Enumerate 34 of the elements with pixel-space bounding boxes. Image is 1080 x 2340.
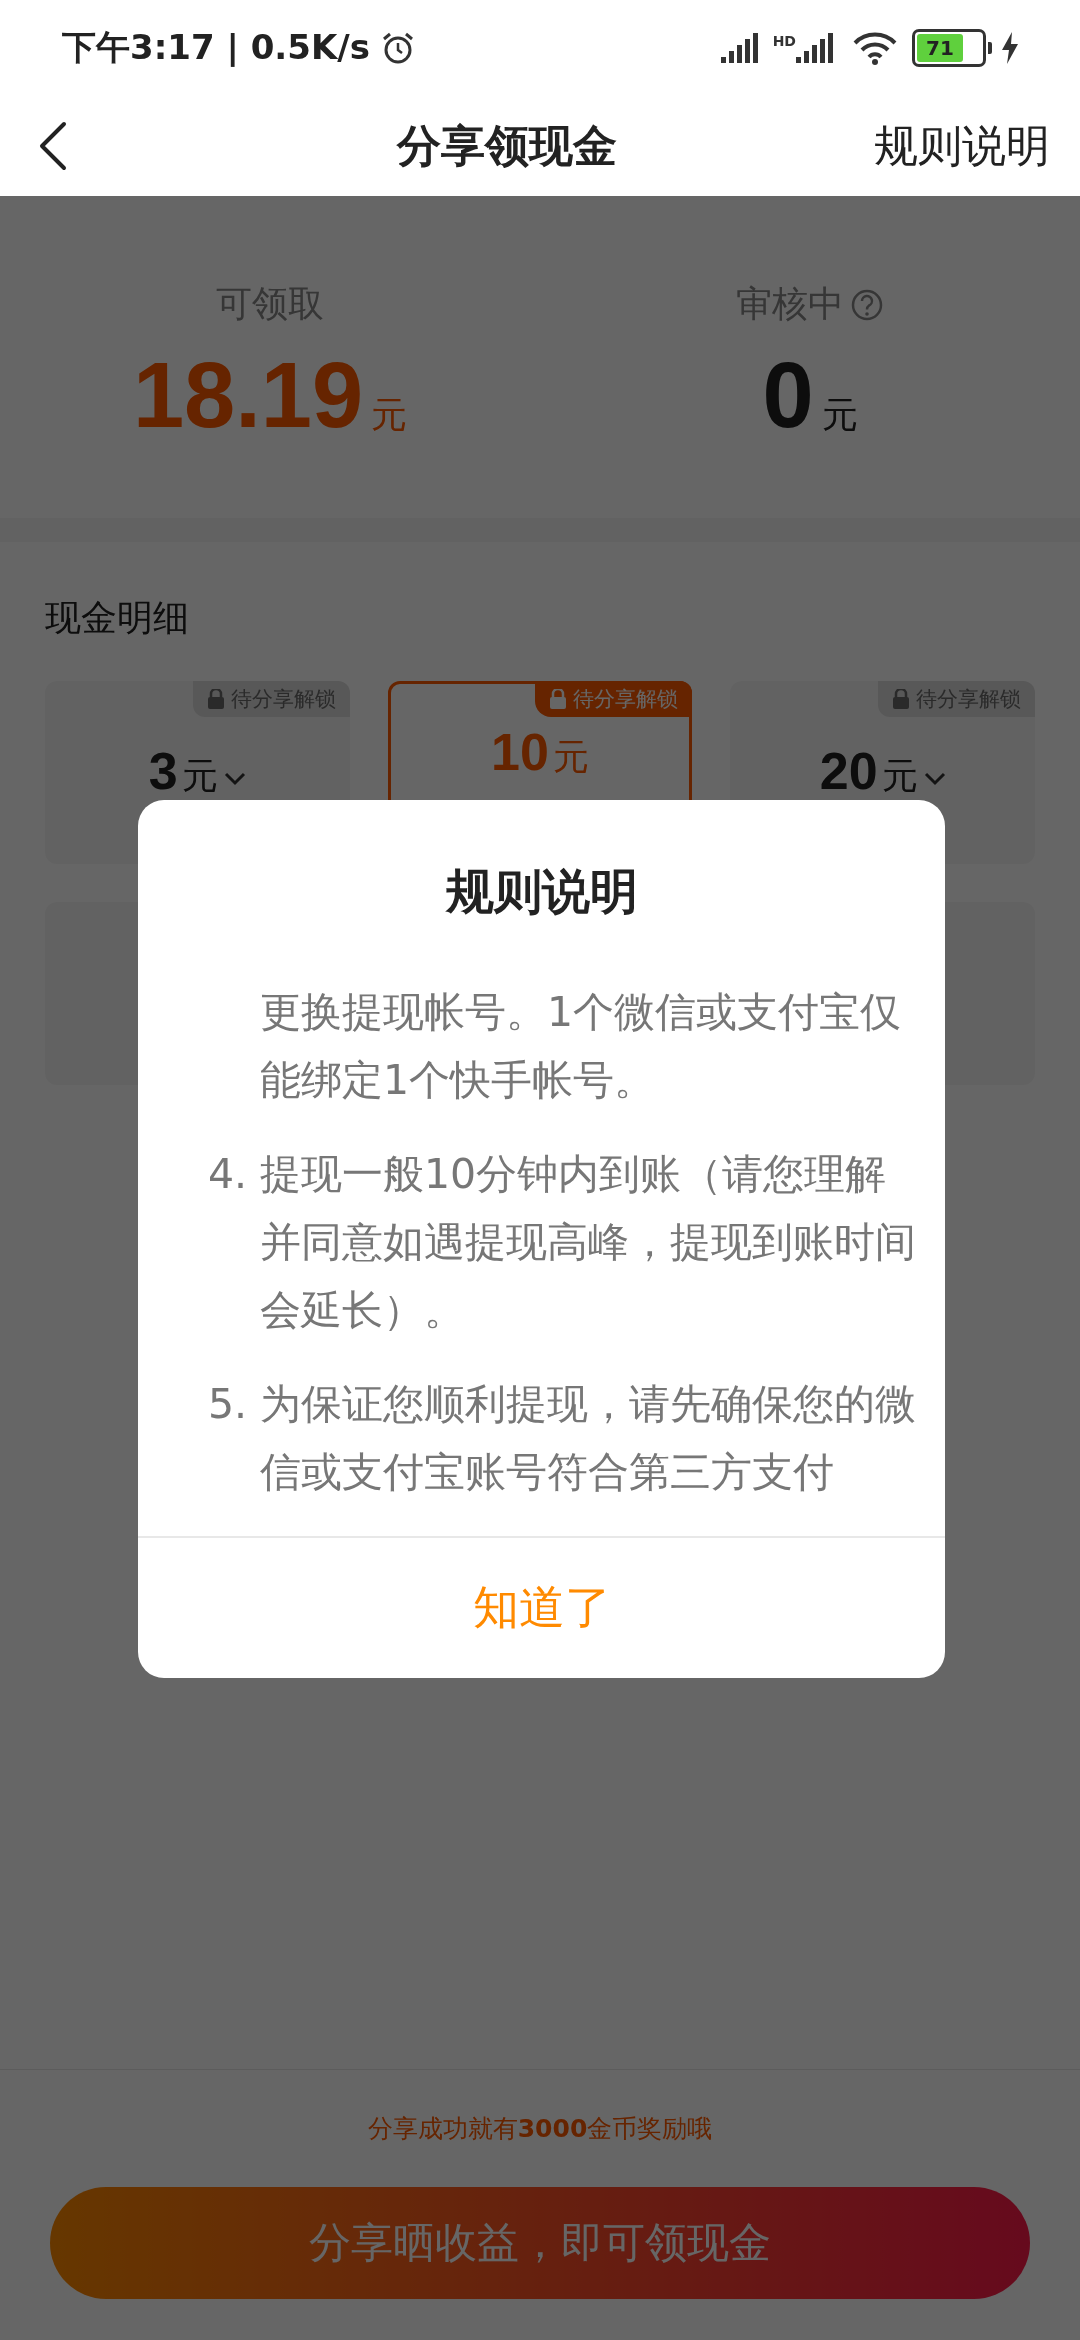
dialog-title: 规则说明 — [444, 862, 639, 921]
signal-icon — [796, 33, 836, 63]
card-amount: 3 — [148, 741, 178, 801]
confirm-button[interactable]: 知道了 — [138, 1536, 945, 1678]
balance-amount: 0 — [762, 343, 814, 448]
currency-unit: 元 — [881, 754, 918, 798]
balance-amount: 18.19 — [132, 343, 364, 448]
card-amount: 20 — [819, 741, 878, 801]
chevron-down-icon — [223, 772, 246, 786]
currency-unit: 元 — [371, 393, 408, 437]
card-amount: 10 — [491, 722, 549, 782]
currency-unit: 元 — [181, 754, 218, 798]
page-title: 分享领现金 — [395, 118, 618, 173]
list-number: 4. — [208, 1150, 248, 1198]
rules-link[interactable]: 规则说明 — [874, 116, 1050, 176]
reward-hint: 分享成功就有3000金币奖励哦 — [367, 2113, 713, 2145]
lock-icon — [206, 689, 225, 709]
wifi-icon — [852, 31, 898, 65]
rule-text: 为保证您顺利提现，请先确保您的微信或支付宝账号符合第三方支付 — [260, 1379, 917, 1498]
tag-label: 待分享解锁 — [573, 686, 679, 713]
lock-icon — [892, 689, 910, 709]
rule-text: 更换提现帐号。1个微信或支付宝仅能绑定1个快手帐号。 — [260, 987, 903, 1106]
section-title: 现金明细 — [45, 596, 190, 640]
lock-icon — [549, 689, 568, 709]
charging-icon — [1000, 32, 1020, 64]
chevron-down-icon — [923, 772, 946, 786]
currency-unit: 元 — [552, 735, 589, 779]
signal-icon — [720, 33, 761, 63]
rule-text: 提现一般10分钟内到账（请您理解并同意如遇提现高峰，提现到账时间会延长）。 — [260, 1149, 917, 1336]
currency-unit: 元 — [821, 393, 858, 437]
list-number: 5. — [208, 1380, 248, 1428]
share-button[interactable]: 分享晒收益，即可领现金 — [50, 2187, 1030, 2299]
status-time: 下午3:17 | 0.5K/s — [62, 26, 370, 69]
network-label: HD — [772, 33, 796, 49]
